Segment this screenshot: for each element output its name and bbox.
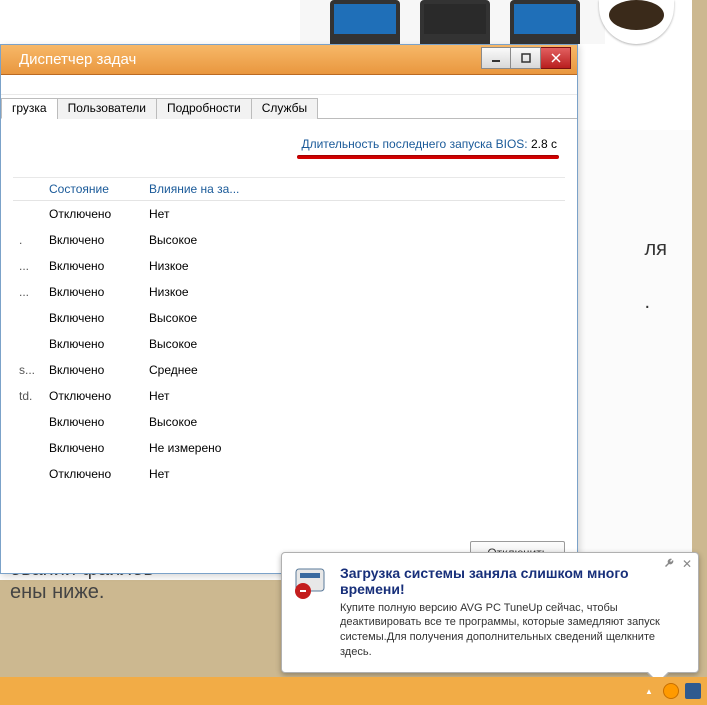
options-icon[interactable]	[664, 557, 676, 572]
titlebar[interactable]: Диспетчер задач	[1, 45, 577, 75]
table-row[interactable]: ВключеноВысокое	[13, 331, 565, 357]
show-hidden-icons[interactable]: ▲	[641, 683, 657, 699]
cell-impact: Высокое	[143, 227, 565, 253]
cell-impact: Среднее	[143, 357, 565, 383]
cell-name: ...	[13, 253, 43, 279]
article-fragment: ены ниже.	[10, 581, 154, 604]
tray-app-icon[interactable]	[685, 683, 701, 699]
tab-users[interactable]: Пользователи	[57, 98, 157, 119]
tab-details[interactable]: Подробности	[156, 98, 252, 119]
cell-impact: Не измерено	[143, 435, 565, 461]
table-row[interactable]: ОтключеноНет	[13, 201, 565, 228]
notification-body: Купите полную версию AVG PC TuneUp сейча…	[340, 601, 686, 660]
menubar	[1, 75, 577, 95]
content-area: Длительность последнего запуска BIOS: 2.…	[1, 119, 577, 573]
table-row[interactable]: ОтключеноНет	[13, 461, 565, 487]
column-impact[interactable]: Влияние на за...	[143, 178, 565, 201]
cell-impact: Низкое	[143, 279, 565, 305]
close-icon	[551, 53, 561, 63]
table-row[interactable]: ВключеноВысокое	[13, 305, 565, 331]
cell-name	[13, 331, 43, 357]
cell-state: Включено	[43, 409, 143, 435]
column-name[interactable]	[13, 178, 43, 201]
table-row[interactable]: ВключеноВысокое	[13, 409, 565, 435]
minimize-button[interactable]	[481, 47, 511, 69]
table-row[interactable]: .ВключеноВысокое	[13, 227, 565, 253]
cell-name: ...	[13, 279, 43, 305]
table-row[interactable]: ВключеноНе измерено	[13, 435, 565, 461]
cell-name	[13, 305, 43, 331]
notification-title: Загрузка системы заняла слишком много вр…	[340, 565, 686, 597]
highlight-underline	[297, 155, 559, 159]
cell-state: Включено	[43, 253, 143, 279]
cell-name: td.	[13, 383, 43, 409]
bios-boot-time: Длительность последнего запуска BIOS: 2.…	[13, 137, 557, 151]
close-button[interactable]	[541, 47, 571, 69]
phone-icon	[510, 0, 580, 44]
taskbar: ▲	[0, 677, 707, 705]
table-row[interactable]: td.ОтключеноНет	[13, 383, 565, 409]
article-text-right: ля .	[645, 238, 668, 314]
cell-name	[13, 201, 43, 228]
cell-state: Включено	[43, 357, 143, 383]
cell-state: Включено	[43, 227, 143, 253]
cell-state: Включено	[43, 331, 143, 357]
column-state[interactable]: Состояние	[43, 178, 143, 201]
cell-name: s...	[13, 357, 43, 383]
cell-state: Включено	[43, 435, 143, 461]
task-manager-window: Диспетчер задач грузка Пользователи Подр…	[0, 44, 578, 574]
article-fragment: ля	[645, 238, 668, 261]
cell-name	[13, 435, 43, 461]
cell-state: Включено	[43, 279, 143, 305]
maximize-icon	[521, 53, 531, 63]
cell-state: Отключено	[43, 383, 143, 409]
cell-name	[13, 461, 43, 487]
cell-state: Включено	[43, 305, 143, 331]
bios-value: 2.8 с	[531, 137, 557, 151]
phone-icon	[330, 0, 400, 44]
cell-name: .	[13, 227, 43, 253]
cell-impact: Нет	[143, 461, 565, 487]
table-row[interactable]: ...ВключеноНизкое	[13, 253, 565, 279]
cell-impact: Высокое	[143, 409, 565, 435]
cell-impact: Высокое	[143, 331, 565, 357]
bios-label: Длительность последнего запуска BIOS:	[301, 137, 527, 151]
tab-services[interactable]: Службы	[251, 98, 318, 119]
window-title: Диспетчер задач	[1, 51, 481, 68]
maximize-button[interactable]	[511, 47, 541, 69]
tab-bar: грузка Пользователи Подробности Службы	[1, 95, 577, 119]
startup-table: Состояние Влияние на за... ОтключеноНет.…	[13, 178, 565, 487]
cell-state: Отключено	[43, 201, 143, 228]
phone-icon	[420, 0, 490, 44]
close-notification-button[interactable]: ✕	[682, 557, 692, 571]
cell-state: Отключено	[43, 461, 143, 487]
cell-impact: Нет	[143, 383, 565, 409]
cell-impact: Низкое	[143, 253, 565, 279]
table-row[interactable]: s...ВключеноСреднее	[13, 357, 565, 383]
notification-balloon[interactable]: ✕ Загрузка системы заняла слишком много …	[281, 552, 699, 673]
phone-mockups	[300, 0, 605, 44]
table-row[interactable]: ...ВключеноНизкое	[13, 279, 565, 305]
tab-startup[interactable]: грузка	[1, 98, 58, 119]
window-controls	[481, 47, 577, 69]
minimize-icon	[491, 53, 501, 63]
notification-app-icon	[292, 563, 330, 601]
startup-table-scroll[interactable]: Состояние Влияние на за... ОтключеноНет.…	[13, 177, 565, 503]
cell-name	[13, 409, 43, 435]
tray-app-icon[interactable]	[663, 683, 679, 699]
cell-impact: Высокое	[143, 305, 565, 331]
cell-impact: Нет	[143, 201, 565, 228]
coffee-cup-icon	[599, 0, 674, 44]
